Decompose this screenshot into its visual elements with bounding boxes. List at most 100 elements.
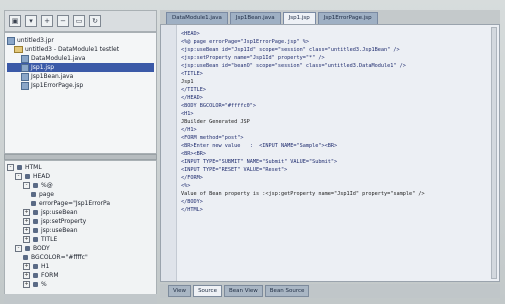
editor-tab[interactable]: DataModule1.java [166, 12, 228, 24]
code-line: <jsp:setProperty name="Jsp1Id" property=… [181, 55, 325, 61]
tag-node-icon [17, 165, 22, 170]
code-line: </HTML> [181, 207, 203, 213]
tag-node-icon [23, 255, 28, 260]
view-tab[interactable]: Source [193, 285, 222, 297]
code-line: </TITLE> [181, 87, 206, 93]
code-line: </H1> [181, 127, 197, 133]
project-tree: untitled3.jpr untitled3 - DataModule1 tes… [7, 36, 154, 90]
jsp-file-icon [21, 81, 29, 90]
tag-node-icon [33, 282, 38, 287]
collapse-node-icon[interactable]: - [15, 173, 22, 180]
collapse-node-icon[interactable]: - [7, 164, 14, 171]
new-project-icon[interactable]: ▣ [9, 15, 21, 27]
refresh-icon[interactable]: ↻ [89, 15, 101, 27]
project-toolbar: ▣ ▾ + − ▭ ↻ [4, 10, 157, 32]
project-tree-item-label: DataModule1.java [31, 55, 86, 62]
project-tree-item[interactable]: untitled3.jpr [7, 36, 154, 45]
structure-tree-node[interactable]: + jsp:setProperty [7, 217, 154, 226]
expand-node-icon[interactable]: + [23, 263, 30, 270]
java-file-icon [21, 54, 29, 63]
remove-file-icon[interactable]: − [57, 15, 69, 27]
collapse-node-icon[interactable]: - [23, 182, 30, 189]
dropdown-arrow-icon[interactable]: ▾ [25, 15, 37, 27]
structure-tree-node[interactable]: page [7, 190, 154, 199]
tag-node-icon [33, 219, 38, 224]
project-tree-item[interactable]: Jsp1.jsp [7, 63, 154, 72]
structure-tree-node[interactable]: - %@ [7, 181, 154, 190]
structure-tree-node[interactable]: errorPage="Jsp1ErrorPa [7, 199, 154, 208]
tag-node-icon [31, 192, 36, 197]
editor-tab[interactable]: Jsp1.jsp [282, 12, 316, 24]
structure-tree: - HTML - HEAD - %@ page errorPage="Jsp1ErrorPa +… [7, 163, 154, 289]
expand-node-icon[interactable]: + [23, 272, 30, 279]
project-tree-item-label: untitled3.jpr [17, 37, 54, 44]
tag-node-icon [33, 264, 38, 269]
view-tab[interactable]: View [168, 285, 192, 297]
collapse-node-icon[interactable]: - [15, 245, 22, 252]
project-tree-item[interactable]: DataModule1.java [7, 54, 154, 63]
folder-icon [14, 46, 23, 53]
project-tree-item[interactable]: Jsp1Bean.java [7, 72, 154, 81]
left-status-bar [4, 294, 157, 304]
structure-node-label: TITLE [41, 236, 58, 243]
code-line: <FORM method="post"> [181, 135, 244, 141]
expand-node-icon[interactable]: + [23, 281, 30, 288]
structure-node-label: HTML [25, 164, 42, 171]
editor-tab-bar: DataModule1.java Jsp1Bean.java Jsp1.jsp Jsp… [160, 10, 500, 24]
view-tab[interactable]: Bean Source [264, 285, 310, 297]
structure-tree-node[interactable]: +% [7, 280, 154, 289]
project-tree-item[interactable]: Jsp1ErrorPage.jsp [7, 81, 154, 90]
structure-node-label: FORM [41, 272, 59, 279]
expand-node-icon[interactable]: + [23, 209, 30, 216]
structure-tree-node[interactable]: + TITLE [7, 235, 154, 244]
expand-node-icon[interactable]: + [23, 227, 30, 234]
tag-node-icon [33, 228, 38, 233]
structure-node-label: page [39, 191, 54, 198]
project-tree-item[interactable]: untitled3 - DataModule1 testlet [7, 45, 154, 54]
tag-node-icon [25, 174, 30, 179]
structure-tree-node[interactable]: + jsp:useBean [7, 208, 154, 217]
project-tree-item-label: Jsp1.jsp [31, 64, 55, 71]
vertical-scrollbar[interactable] [491, 27, 497, 279]
structure-node-label: H1 [41, 263, 50, 270]
structure-tree-node[interactable]: - HEAD [7, 172, 154, 181]
code-area[interactable]: <HEAD> <%@ page errorPage="Jsp1ErrorPage.… [181, 30, 493, 278]
structure-tree-node[interactable]: BGCOLOR="#ffffc" [7, 253, 154, 262]
project-tree-item-label: Jsp1Bean.java [31, 73, 74, 80]
structure-tree-node[interactable]: - BODY [7, 244, 154, 253]
expand-node-icon[interactable]: + [23, 236, 30, 243]
structure-node-label: HEAD [33, 173, 51, 180]
project-pane: untitled3.jpr untitled3 - DataModule1 tes… [4, 32, 157, 154]
editor-view-tabs: View Source Bean View Bean Source [160, 284, 500, 298]
project-tree-item-label: untitled3 - DataModule1 testlet [25, 46, 120, 53]
code-line: Jsp1 [181, 79, 194, 85]
view-tab[interactable]: Bean View [223, 285, 263, 297]
code-line: </BODY> [181, 199, 203, 205]
structure-node-label: jsp:setProperty [41, 218, 87, 225]
structure-tree-node[interactable]: - HTML [7, 163, 154, 172]
code-line: <jsp:useBean id="beanO" scope="session" … [181, 63, 406, 69]
structure-node-label: BGCOLOR="#ffffc" [31, 254, 88, 261]
expand-node-icon[interactable]: + [23, 218, 30, 225]
code-line: <BR>Enter new value : <INPUT NAME="Sampl… [181, 143, 338, 149]
add-file-icon[interactable]: + [41, 15, 53, 27]
tag-node-icon [33, 273, 38, 278]
structure-tree-node[interactable]: + H1 [7, 262, 154, 271]
structure-pane: - HTML - HEAD - %@ page errorPage="Jsp1ErrorPa +… [4, 160, 157, 304]
code-line: <INPUT TYPE="RESET" VALUE="Reset"> [181, 167, 288, 173]
structure-tree-node[interactable]: + FORM [7, 271, 154, 280]
editor-tab[interactable]: Jsp1Bean.java [229, 12, 281, 24]
code-line: </FORM> [181, 175, 203, 181]
code-line: <%> [181, 183, 191, 189]
code-line: <INPUT TYPE="SUBMIT" NAME="Submit" VALUE… [181, 159, 338, 165]
tag-node-icon [33, 183, 38, 188]
tag-node-icon [33, 237, 38, 242]
editor-tab[interactable]: Jsp1ErrorPage.jsp [317, 12, 378, 24]
source-editor[interactable]: <HEAD> <%@ page errorPage="Jsp1ErrorPage.… [160, 24, 500, 282]
folder-icon[interactable]: ▭ [73, 15, 85, 27]
editor-gutter [161, 25, 177, 281]
structure-tree-node[interactable]: + jsp:useBean [7, 226, 154, 235]
tag-node-icon [31, 201, 36, 206]
structure-node-label: % [41, 281, 47, 288]
tag-node-icon [33, 210, 38, 215]
